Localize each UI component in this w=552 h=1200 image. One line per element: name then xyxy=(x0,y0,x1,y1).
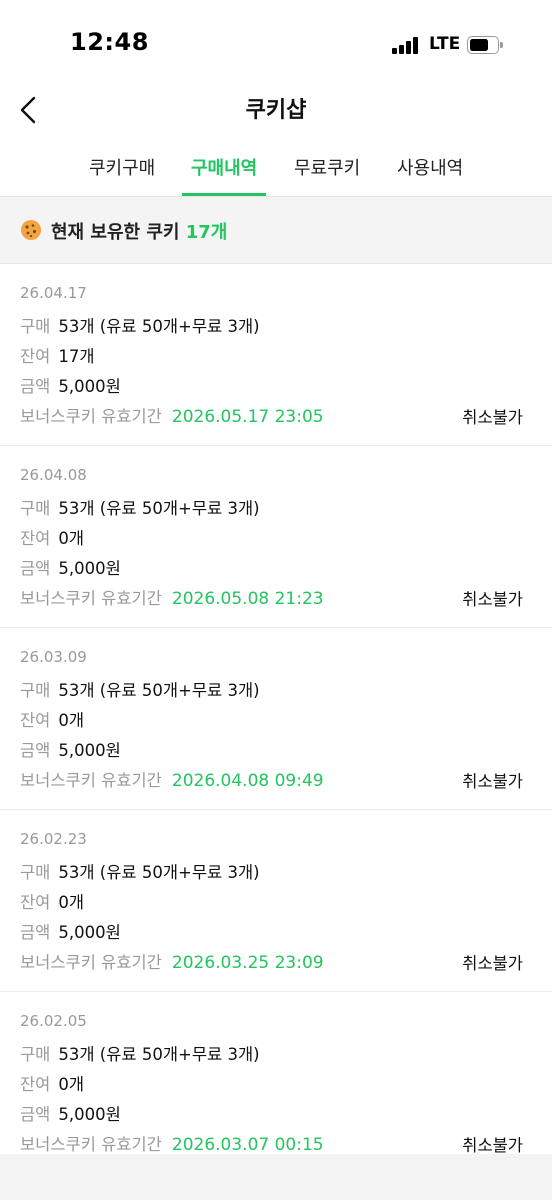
bonus-expiry-row: 보너스쿠키 유효기간 2026.05.08 21:23 xyxy=(20,585,324,609)
cookie-icon xyxy=(21,220,41,240)
amount-row: 금액 5,000원 xyxy=(20,555,121,579)
purchase-date: 26.02.23 xyxy=(20,830,87,848)
cookie-balance-bar: 현재 보유한 쿠키 17개 xyxy=(0,197,552,264)
cancel-status: 취소불가 xyxy=(462,1136,523,1155)
purchase-history-list: 26.04.17 구매 53개 (유료 50개+무료 3개) 잔여 17개 금액 5,… xyxy=(0,264,552,1174)
status-bar: 12:48 LTE xyxy=(0,0,552,82)
tab-purchase-history[interactable]: 구매내역 xyxy=(191,154,257,180)
qty-label: 구매 xyxy=(20,1045,51,1064)
qty-value: 53개 (유료 50개+무료 3개) xyxy=(58,681,260,700)
purchase-item: 26.04.17 구매 53개 (유료 50개+무료 3개) 잔여 17개 금액 5,… xyxy=(0,264,552,446)
amount-value: 5,000원 xyxy=(58,923,121,942)
balance-label: 현재 보유한 쿠키 xyxy=(51,222,180,243)
qty-label: 구매 xyxy=(20,863,51,882)
qty-value: 53개 (유료 50개+무료 3개) xyxy=(58,499,260,518)
remaining-row: 잔여 17개 xyxy=(20,343,95,367)
remain-value: 0개 xyxy=(58,711,85,730)
bonus-label: 보너스쿠키 유효기간 xyxy=(20,771,162,790)
remaining-row: 잔여 0개 xyxy=(20,1071,84,1095)
remaining-row: 잔여 0개 xyxy=(20,707,84,731)
remaining-row: 잔여 0개 xyxy=(20,525,84,549)
purchase-date: 26.03.09 xyxy=(20,648,87,666)
remain-label: 잔여 xyxy=(20,347,51,366)
amount-label: 금액 xyxy=(20,559,51,578)
bonus-expiry-row: 보너스쿠키 유효기간 2026.04.08 09:49 xyxy=(20,767,324,791)
remain-value: 0개 xyxy=(58,1075,85,1094)
amount-value: 5,000원 xyxy=(58,377,121,396)
bonus-expiry-date: 2026.03.07 00:15 xyxy=(171,1135,324,1155)
qty-value: 53개 (유료 50개+무료 3개) xyxy=(58,1045,260,1064)
purchase-item: 26.02.23 구매 53개 (유료 50개+무료 3개) 잔여 0개 금액 5,0… xyxy=(0,810,552,992)
active-tab-indicator xyxy=(182,193,266,196)
bonus-expiry-row: 보너스쿠키 유효기간 2026.05.17 23:05 xyxy=(20,403,324,427)
balance-text: 현재 보유한 쿠키 17개 xyxy=(51,218,227,244)
purchase-item: 26.03.09 구매 53개 (유료 50개+무료 3개) 잔여 0개 금액 5,0… xyxy=(0,628,552,810)
header: 쿠키샵 xyxy=(0,82,552,134)
cancel-status: 취소불가 xyxy=(462,772,523,791)
qty-label: 구매 xyxy=(20,317,51,336)
tab-cookie-purchase[interactable]: 쿠키구매 xyxy=(89,154,155,180)
tab-bar: 쿠키구매 구매내역 무료쿠키 사용내역 xyxy=(0,140,552,197)
amount-row: 금액 5,000원 xyxy=(20,919,121,943)
bonus-label: 보너스쿠키 유효기간 xyxy=(20,1135,162,1154)
amount-row: 금액 5,000원 xyxy=(20,1101,121,1125)
purchase-date: 26.04.17 xyxy=(20,284,87,302)
cancel-status: 취소불가 xyxy=(462,590,523,609)
amount-label: 금액 xyxy=(20,741,51,760)
bonus-expiry-date: 2026.03.25 23:09 xyxy=(171,953,324,973)
purchase-qty-row: 구매 53개 (유료 50개+무료 3개) xyxy=(20,677,260,701)
battery-icon xyxy=(467,36,503,54)
bonus-expiry-row: 보너스쿠키 유효기간 2026.03.07 00:15 xyxy=(20,1131,324,1155)
cancel-status: 취소불가 xyxy=(462,408,523,427)
purchase-date: 26.02.05 xyxy=(20,1012,87,1030)
bonus-expiry-date: 2026.04.08 09:49 xyxy=(171,771,324,791)
amount-value: 5,000원 xyxy=(58,1105,121,1124)
remain-label: 잔여 xyxy=(20,1075,51,1094)
page-title: 쿠키샵 xyxy=(245,98,307,123)
remain-value: 0개 xyxy=(58,893,85,912)
amount-label: 금액 xyxy=(20,1105,51,1124)
qty-value: 53개 (유료 50개+무료 3개) xyxy=(58,317,260,336)
tab-usage-history[interactable]: 사용내역 xyxy=(397,154,463,180)
purchase-qty-row: 구매 53개 (유료 50개+무료 3개) xyxy=(20,495,260,519)
cancel-status: 취소불가 xyxy=(462,954,523,973)
qty-label: 구매 xyxy=(20,499,51,518)
amount-label: 금액 xyxy=(20,377,51,396)
bonus-expiry-date: 2026.05.08 21:23 xyxy=(171,589,324,609)
balance-count: 17개 xyxy=(185,222,228,243)
purchase-item: 26.02.05 구매 53개 (유료 50개+무료 3개) 잔여 0개 금액 5,0… xyxy=(0,992,552,1174)
remain-label: 잔여 xyxy=(20,529,51,548)
bonus-label: 보너스쿠키 유효기간 xyxy=(20,407,162,426)
bonus-label: 보너스쿠키 유효기간 xyxy=(20,953,162,972)
bonus-expiry-date: 2026.05.17 23:05 xyxy=(171,407,324,427)
remaining-row: 잔여 0개 xyxy=(20,889,84,913)
bottom-bar xyxy=(0,1154,552,1200)
tab-free-cookies[interactable]: 무료쿠키 xyxy=(294,154,360,180)
bonus-label: 보너스쿠키 유효기간 xyxy=(20,589,162,608)
remain-label: 잔여 xyxy=(20,893,51,912)
network-label: LTE xyxy=(429,34,461,54)
remain-value: 0개 xyxy=(58,529,85,548)
qty-value: 53개 (유료 50개+무료 3개) xyxy=(58,863,260,882)
remain-value: 17개 xyxy=(58,347,95,366)
purchase-date: 26.04.08 xyxy=(20,466,87,484)
amount-value: 5,000원 xyxy=(58,559,121,578)
cookie-shop-screen: 12:48 LTE 쿠키샵 쿠키구매 구매내역 무료쿠키 사용내역 현재 보유한… xyxy=(0,0,552,1200)
purchase-qty-row: 구매 53개 (유료 50개+무료 3개) xyxy=(20,313,260,337)
amount-label: 금액 xyxy=(20,923,51,942)
status-time: 12:48 xyxy=(70,28,149,56)
purchase-qty-row: 구매 53개 (유료 50개+무료 3개) xyxy=(20,1041,260,1065)
amount-value: 5,000원 xyxy=(58,741,121,760)
purchase-item: 26.04.08 구매 53개 (유료 50개+무료 3개) 잔여 0개 금액 5,0… xyxy=(0,446,552,628)
amount-row: 금액 5,000원 xyxy=(20,373,121,397)
qty-label: 구매 xyxy=(20,681,51,700)
purchase-qty-row: 구매 53개 (유료 50개+무료 3개) xyxy=(20,859,260,883)
amount-row: 금액 5,000원 xyxy=(20,737,121,761)
bonus-expiry-row: 보너스쿠키 유효기간 2026.03.25 23:09 xyxy=(20,949,324,973)
remain-label: 잔여 xyxy=(20,711,51,730)
signal-icon xyxy=(392,36,420,54)
